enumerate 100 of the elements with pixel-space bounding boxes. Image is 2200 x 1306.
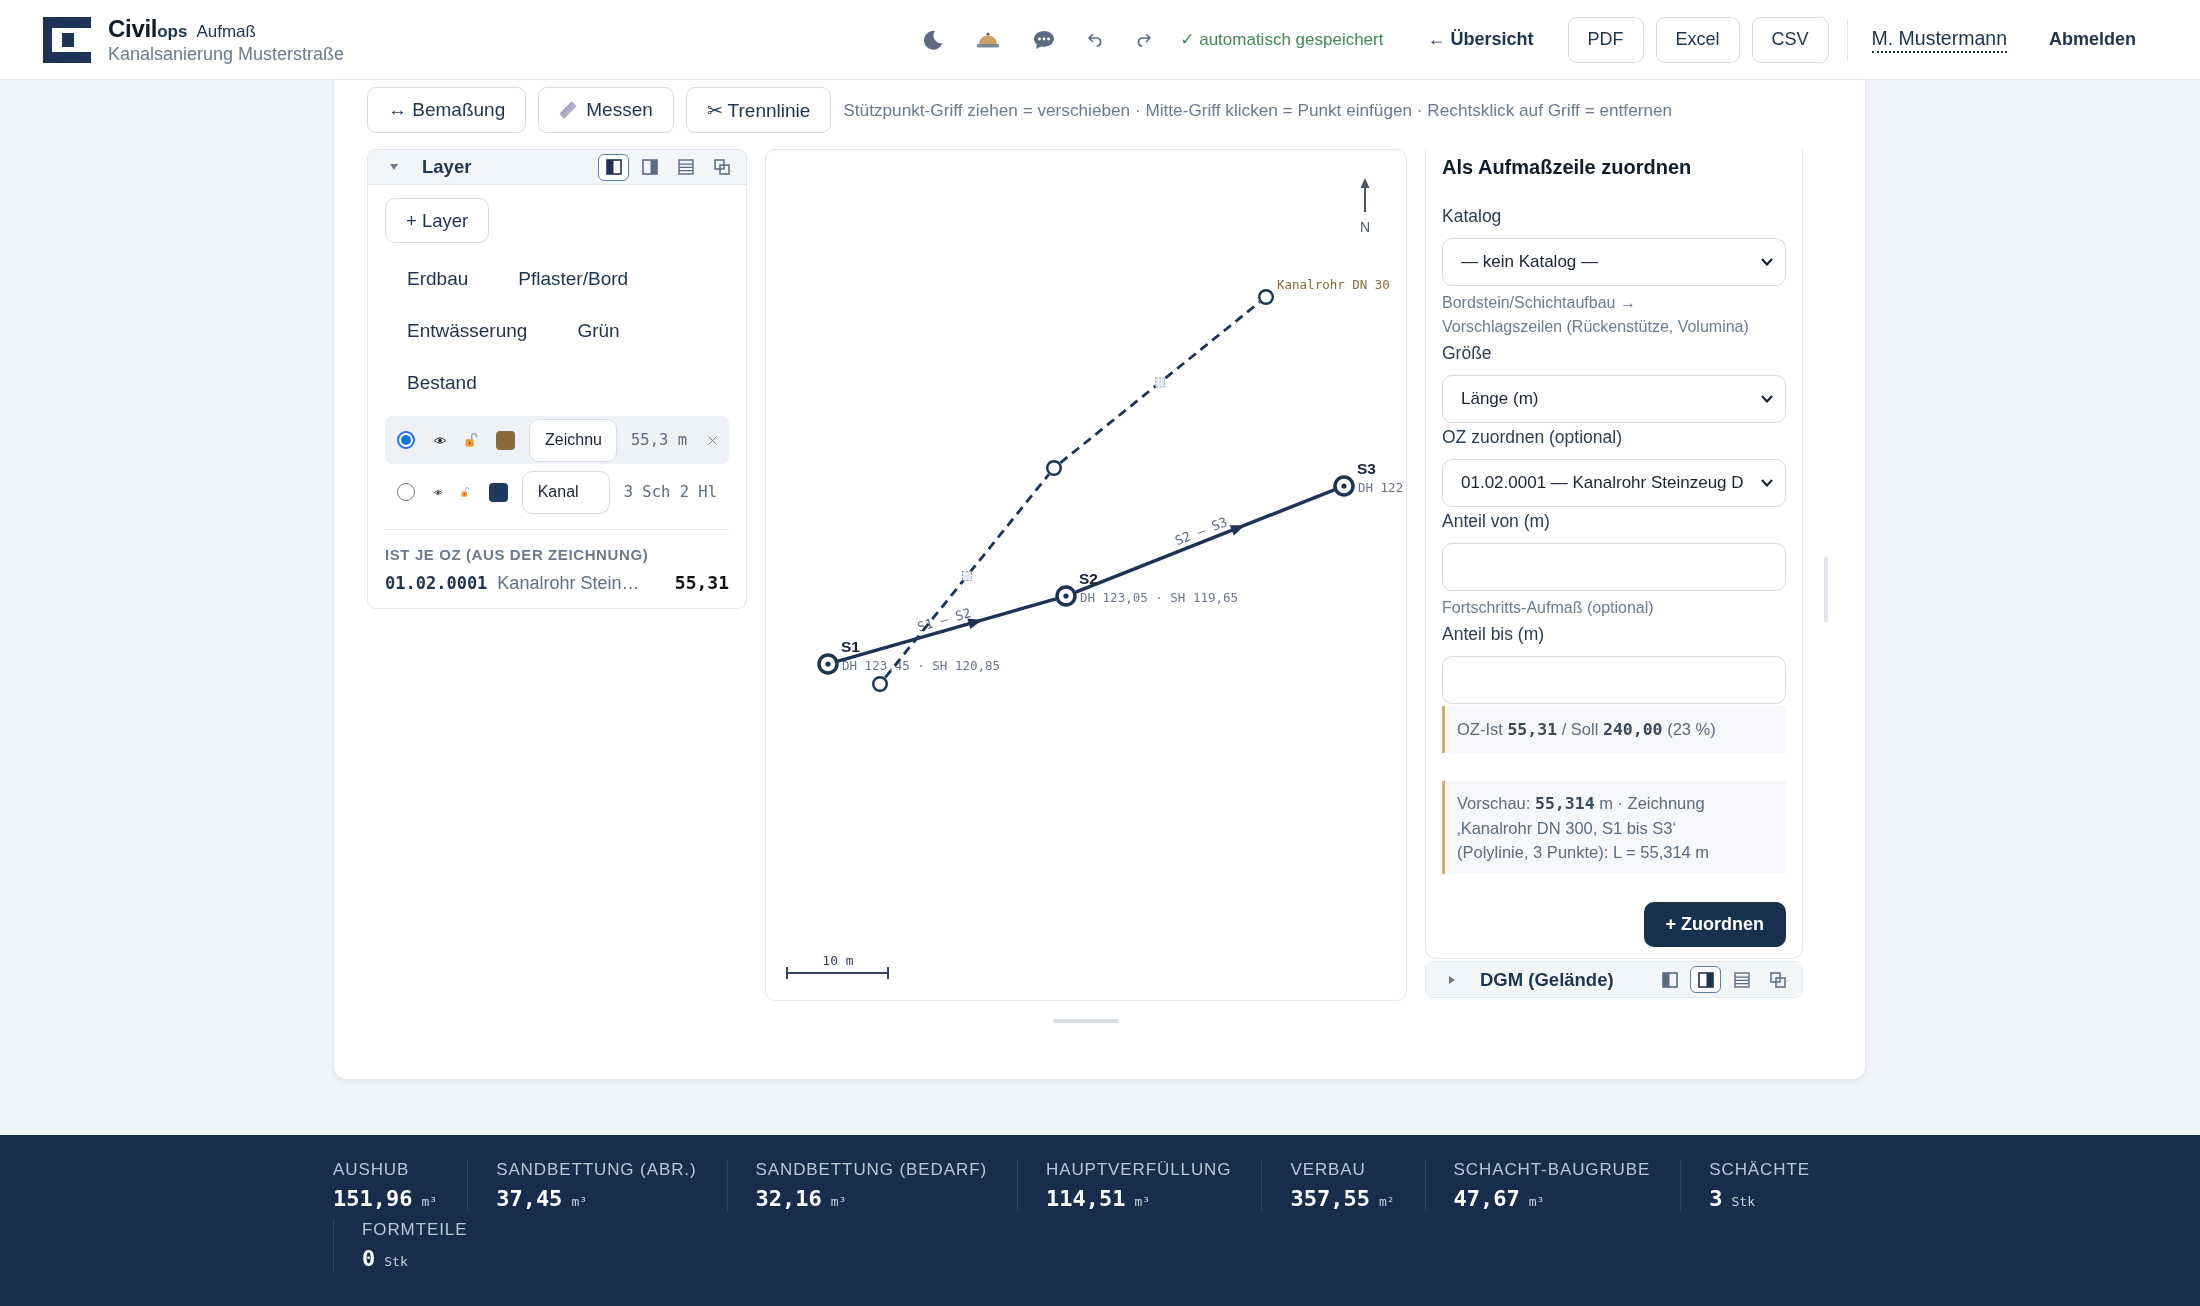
layer-row[interactable]: Kanal 3 Sch 2 Hl (385, 468, 729, 516)
chevron-down-icon (1761, 395, 1773, 403)
stat-unit: m³ (1528, 1194, 1545, 1209)
resize-handle[interactable] (1053, 1019, 1119, 1023)
field-label: Größe (1442, 342, 1493, 365)
scale-label: 10 m (822, 952, 854, 968)
save-status: ✓ automatisch gespeichert (1180, 29, 1384, 50)
logo-icon (43, 16, 91, 63)
panel-right-icon (1697, 971, 1714, 988)
assign-button[interactable]: + Zuordnen (1643, 902, 1786, 947)
field-label: OZ zuordnen (optional) (1442, 426, 1623, 449)
manhole-marker[interactable] (1055, 585, 1077, 607)
stat-value: 0 (362, 1246, 376, 1271)
group-button[interactable]: Pflaster/Bord (496, 256, 651, 302)
stat-label: SANDBETTUNG (ABR.) (496, 1159, 697, 1181)
stat-value: 32,16 (755, 1186, 822, 1211)
panel-title: DGM (Gelände) (1480, 968, 1614, 991)
panel-title: Layer (422, 156, 472, 178)
service-bell-icon[interactable] (976, 31, 1001, 48)
view-mode-button[interactable] (598, 153, 629, 181)
oz-quantity: 55,31 (674, 572, 729, 593)
panel-left-icon (1661, 971, 1678, 988)
vertex-handle[interactable] (1046, 460, 1062, 476)
back-link[interactable]: ← Übersicht (1427, 29, 1534, 50)
field-label: Katalog (1442, 205, 1503, 228)
stat-unit: m³ (1134, 1194, 1151, 1209)
midpoint-handle[interactable] (961, 570, 973, 582)
manhole-label: S3 (1357, 459, 1376, 477)
layer-summary: 3 Sch 2 Hl (623, 483, 717, 501)
caret-icon[interactable] (390, 163, 398, 171)
field-label: Anteil bis (m) (1442, 623, 1546, 646)
speech-bubble-icon[interactable] (1033, 29, 1056, 50)
overlapping-squares-icon (1769, 971, 1786, 988)
stat-value: 3 (1709, 1186, 1723, 1211)
midpoint-handle[interactable] (1154, 377, 1166, 388)
manhole-label: S1 (841, 637, 860, 655)
select-field[interactable]: 01.02.0001 — Kanalrohr Steinzeug D (1442, 459, 1786, 507)
stat-value: 47,67 (1453, 1186, 1520, 1211)
field-label: Anteil von (m) (1442, 510, 1551, 533)
manhole-marker[interactable] (817, 653, 839, 675)
user-link[interactable]: M. Mustermann (1871, 26, 2007, 53)
stat-unit: m³ (830, 1194, 847, 1209)
group-button[interactable]: Erdbau (385, 256, 491, 302)
select-field[interactable]: Länge (m) (1442, 375, 1786, 423)
group-button[interactable]: Grün (555, 308, 642, 354)
stat-value: 114,51 (1046, 1186, 1126, 1211)
stat-label: AUSHUB (333, 1159, 411, 1181)
panel-left-icon (605, 159, 622, 175)
input-field[interactable] (1442, 543, 1786, 591)
field-hint: Bordstein/Schichtaufbau → Vorschlagszeilen (Rückenstütze, Volumina) (1442, 293, 1750, 337)
export-button[interactable]: PDF (1567, 16, 1644, 63)
list-icon (1733, 971, 1750, 988)
export-button[interactable]: Excel (1655, 16, 1740, 63)
tool-button[interactable]: ✂ Trennlinie (685, 87, 832, 133)
module-name: Aufmaß (196, 21, 256, 42)
stat-unit: m³ (421, 1194, 438, 1209)
manhole-marker[interactable] (1333, 475, 1355, 497)
tool-button[interactable]: ↔ Bemaßung (367, 87, 527, 133)
export-button[interactable]: CSV (1751, 16, 1829, 63)
stat-label: SANDBETTUNG (BEDARF) (755, 1159, 987, 1181)
moon-icon[interactable] (923, 29, 944, 50)
brand-name: Civilops (108, 14, 188, 43)
caret-icon[interactable] (1448, 975, 1456, 984)
group-button[interactable]: Bestand (385, 360, 499, 406)
add-layer-button[interactable]: + Layer (385, 198, 490, 243)
elevation-label: DH 123,05 · SH 119,65 (1080, 589, 1239, 605)
stat-label: FORMTEILE (362, 1219, 468, 1241)
name-field[interactable]: Zeichnu (529, 418, 617, 462)
name-field[interactable]: Kanal (521, 470, 610, 514)
preview-note: Vorschau: 55,314 m · Zeichnung ‚Kanalrohr DN 300, S1 bis S3‘ (Polylinie, 3 Punkte): L = 55,314 m (1442, 781, 1786, 874)
field-hint: Fortschritts-Aufmaß (optional) (1442, 598, 1655, 618)
panel-right-icon (641, 159, 658, 175)
stat-unit: m³ (571, 1194, 588, 1209)
view-mode-button[interactable] (1690, 966, 1721, 993)
stat-label: SCHACHT-BAUGRUBE (1453, 1159, 1651, 1181)
layer-row[interactable]: Zeichnu 55,3 m (385, 416, 729, 464)
pipe-segment[interactable] (837, 597, 1057, 663)
stat-label: HAUPTVERFÜLLUNG (1046, 1159, 1232, 1181)
logout-link[interactable]: Abmelden (2049, 29, 2136, 50)
oz-code: 01.02.0001 (385, 573, 488, 593)
pipe-segment[interactable] (1075, 488, 1335, 594)
vertex-handle[interactable] (1258, 289, 1274, 305)
radio-button[interactable] (397, 483, 415, 501)
vertex-handle[interactable] (872, 676, 888, 692)
swatch-icon[interactable] (496, 430, 515, 450)
progress-note: OZ-Ist 55,31 / Soll 240,00 (23 %) (1442, 706, 1786, 753)
north-label: N (1359, 219, 1371, 235)
input-field[interactable] (1442, 656, 1786, 704)
hint-text: Stützpunkt-Griff ziehen = verschieben · Mitte-Griff klicken = Punkt einfügen · Rechtsklick auf Griff = entfernen (843, 99, 1673, 121)
swatch-icon[interactable] (488, 482, 508, 502)
stat-unit: m² (1378, 1194, 1395, 1209)
oz-description: Kanalrohr Stein… (497, 573, 640, 594)
section-heading: IST JE OZ (AUS DER ZEICHNUNG) (385, 546, 650, 563)
stat-label: SCHÄCHTE (1709, 1159, 1810, 1181)
group-button[interactable]: Entwässerung (385, 308, 550, 354)
redo-icon[interactable] (1136, 32, 1152, 47)
radio-button[interactable] (397, 431, 415, 449)
select-field[interactable]: — kein Katalog — (1442, 238, 1786, 286)
undo-icon[interactable] (1088, 32, 1104, 47)
tool-button[interactable]: Messen (538, 87, 674, 133)
